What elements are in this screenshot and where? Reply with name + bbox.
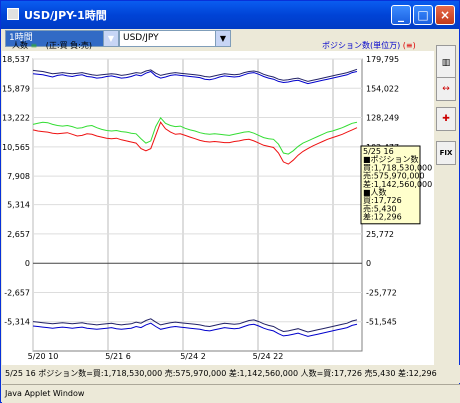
bar-tool-button[interactable]: ▥ xyxy=(436,45,456,81)
fix-button[interactable]: FIX xyxy=(436,141,456,165)
left-tick-label: 2,657 xyxy=(7,230,30,239)
left-tick-label: 15,879 xyxy=(2,84,30,93)
legend-position-label: ポジション数(単位万) xyxy=(322,41,401,50)
right-tick-label: 128,249 xyxy=(366,114,399,123)
chart-area[interactable]: 18,537 179,795 15,879 154,022 13,222 128,249 1… xyxy=(2,51,434,365)
left-tick-label: -2,657 xyxy=(4,288,30,297)
left-tick-label: 7,908 xyxy=(7,172,30,181)
right-tick-label: 25,772 xyxy=(366,230,394,239)
position-chart[interactable]: 18,537 179,795 15,879 154,022 13,222 128,249 1… xyxy=(2,51,434,365)
app-icon xyxy=(7,8,19,20)
zoom-horizontal-button[interactable]: ↔ xyxy=(436,77,456,101)
zoom-vertical-button[interactable]: ✚ xyxy=(436,107,456,131)
pair-select-value: USD/JPY xyxy=(123,33,159,43)
legend-count-label: 人数 xyxy=(12,41,28,50)
x-tick-label: 5/20 10 xyxy=(28,352,59,361)
left-tick-label: 10,565 xyxy=(2,143,30,152)
legend-sell-label: 負:売) xyxy=(70,41,92,50)
x-tick-label: 5/24 2 xyxy=(180,352,206,361)
legend-count-sym: ≡ xyxy=(30,41,38,50)
legend-right: ポジション数(単位万) (≡) xyxy=(322,40,416,51)
left-tick-label: -5,314 xyxy=(4,318,30,327)
right-tick-label: 154,022 xyxy=(366,84,399,93)
maximize-button[interactable]: □ xyxy=(413,5,433,25)
chevron-down-icon[interactable]: ▼ xyxy=(215,31,230,46)
right-tick-label: -25,772 xyxy=(366,288,397,297)
applet-window: USD/JPY-1時間 _ □ × 1時間 ▼ USD/JPY ▼ 18,537… xyxy=(0,0,460,403)
pair-select[interactable]: USD/JPY ▼ xyxy=(119,30,231,47)
x-tick-label: 5/21 6 xyxy=(105,352,131,361)
tooltip-line: 差:12,296 xyxy=(363,212,402,222)
window-title: USD/JPY-1時間 xyxy=(24,9,107,22)
close-button[interactable]: × xyxy=(435,5,455,25)
applet-footer: Java Applet Window xyxy=(2,384,460,403)
title-bar[interactable]: USD/JPY-1時間 _ □ × xyxy=(1,1,459,29)
chart-tools-sidebar: ▥ ↔ ✚ FIX xyxy=(434,45,459,365)
legend-left: 人数 ≡ (正:買 負:売) xyxy=(12,40,92,51)
left-tick-label: 18,537 xyxy=(2,55,30,64)
left-tick-label: 13,222 xyxy=(2,114,30,123)
left-tick-label: 5,314 xyxy=(7,201,30,210)
right-tick-label: 179,795 xyxy=(366,55,399,64)
legend-buy-label: (正:買 xyxy=(45,41,68,50)
chevron-down-icon[interactable]: ▼ xyxy=(103,31,118,46)
legend-position-sym: (≡) xyxy=(402,41,416,50)
right-tick-label: -51,545 xyxy=(366,318,397,327)
right-tick-label: 0 xyxy=(366,259,371,268)
minimize-button[interactable]: _ xyxy=(391,5,411,25)
left-tick-label: 0 xyxy=(25,259,30,268)
x-tick-label: 5/24 22 xyxy=(253,352,284,361)
status-bar: 5/25 16 ポジション数=買:1,718,530,000 売:575,970… xyxy=(2,365,460,383)
